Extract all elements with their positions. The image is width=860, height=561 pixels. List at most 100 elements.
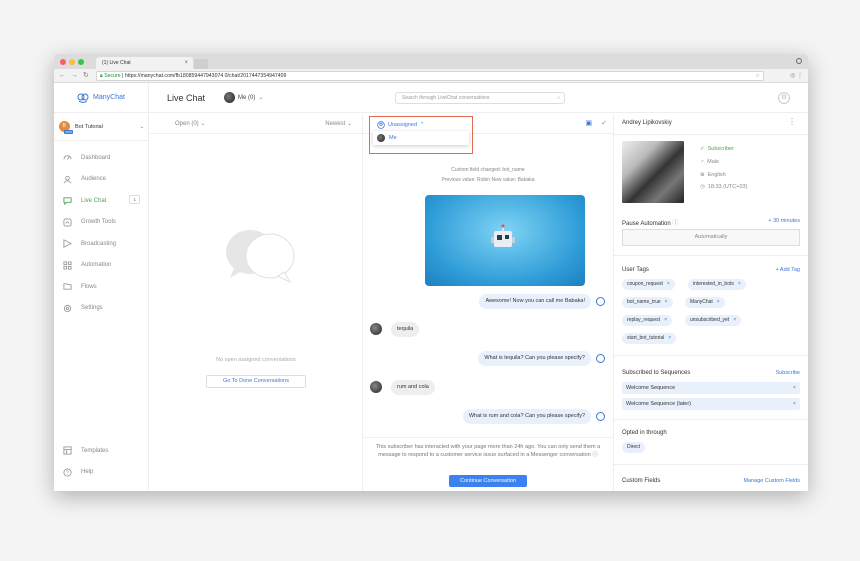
user-tags-title: User Tags <box>622 267 649 273</box>
chevron-down-icon: ⌄ <box>200 121 206 127</box>
sidebar-item-dashboard[interactable]: Dashboard <box>54 147 148 169</box>
me-filter-dropdown[interactable]: Me (0) ⌄ <box>224 92 263 103</box>
list-toolbar: Open (0) ⌄ Newest ⌄ <box>150 114 362 134</box>
tab-title: (1) Live Chat <box>102 60 131 66</box>
divider <box>614 355 808 356</box>
sidebar-item-live-chat[interactable]: Live Chat 1 <box>54 190 148 212</box>
remove-tag-icon[interactable]: × <box>667 281 670 287</box>
browser-menu-icon[interactable]: ◎ ⋮ <box>790 72 803 79</box>
tag-chip: replay_request × <box>622 315 672 326</box>
tag-label: coupon_request <box>627 281 663 287</box>
message-bubble-bot: What is rum and cola? Can you please spe… <box>462 409 591 424</box>
assign-option-me[interactable]: Me <box>373 131 469 145</box>
continue-conversation-button[interactable]: Continue Conversation <box>449 475 527 487</box>
sidebar-item-help[interactable]: ? Help <box>54 462 148 484</box>
search-input[interactable]: Search through LiveChat conversations ⌕ <box>395 92 565 104</box>
assign-label[interactable]: Unassigned ⌃ <box>377 121 425 129</box>
account-avatar: B PRO <box>59 121 73 134</box>
maximize-window-icon[interactable] <box>78 59 84 65</box>
pause-automation-select[interactable]: Automatically <box>622 229 800 246</box>
system-message: Previous value: Robin New value: Babaka <box>441 177 535 183</box>
account-switcher[interactable]: B PRO Bot Tutorial ⌄ <box>54 113 148 141</box>
go-to-done-button[interactable]: Go To Done Conversations <box>206 375 306 388</box>
remove-sequence-icon[interactable]: × <box>793 398 796 410</box>
tab-close-icon[interactable]: × <box>184 57 188 69</box>
sort-dropdown[interactable]: Newest ⌄ <box>325 120 352 127</box>
chat-settings-icon[interactable]: ⚙ <box>778 92 790 104</box>
manychat-logo-icon <box>77 93 89 103</box>
tag-label: ManyChat <box>690 299 713 305</box>
remove-sequence-icon[interactable]: × <box>793 382 796 394</box>
robot-icon <box>491 224 515 247</box>
conversation-list: Open (0) ⌄ Newest ⌄ No open assigned con… <box>150 114 363 491</box>
remove-tag-icon[interactable]: × <box>665 299 668 305</box>
sidebar-item-growth-tools[interactable]: Growth Tools <box>54 212 148 234</box>
subscribe-link[interactable]: Subscribe <box>776 370 800 376</box>
bot-avatar-icon <box>596 354 605 363</box>
opt-in-chip: Direct <box>622 442 646 453</box>
divider <box>614 419 808 420</box>
assign-option-label: Me <box>389 135 397 141</box>
bot-icon[interactable]: ▣ <box>586 119 593 127</box>
notice-text: This subscriber has interacted with your… <box>375 444 601 458</box>
sidebar-item-automation[interactable]: Automation <box>54 255 148 277</box>
brand-logo[interactable]: ManyChat <box>54 83 148 113</box>
sidebar-bottom-menu: Templates ? Help <box>54 440 148 483</box>
new-tab-button[interactable] <box>194 59 208 69</box>
subscriber-name: Andrey Lipikovskiy <box>622 120 672 126</box>
minimize-window-icon[interactable] <box>69 59 75 65</box>
close-window-icon[interactable] <box>60 59 66 65</box>
subscriber-status: Subscriber <box>707 146 734 152</box>
tag-chip: start_bot_tutorial × <box>622 333 677 344</box>
back-icon[interactable]: ← <box>59 71 66 81</box>
remove-tag-icon[interactable]: × <box>733 317 736 323</box>
sidebar-item-broadcasting[interactable]: Broadcasting <box>54 233 148 255</box>
subscriber-photo <box>622 141 684 203</box>
pause-automation-label: Pause Automation <box>622 221 671 227</box>
sidebar-item-label: Audience <box>81 176 107 183</box>
sidebar-item-settings[interactable]: Settings <box>54 298 148 320</box>
browser-profile-icon[interactable] <box>796 58 802 64</box>
forward-icon[interactable]: → <box>71 71 78 81</box>
more-options-icon[interactable]: ⋮ <box>788 117 796 126</box>
gender-icon: ♂ <box>700 159 705 165</box>
sidebar-item-label: Templates <box>81 447 109 454</box>
add-tag-link[interactable]: + Add Tag <box>775 267 800 273</box>
sidebar-item-label: Automation <box>81 262 112 269</box>
url-field[interactable]: 🔒︎ Secure | https://manychat.com/fb18085… <box>96 71 764 81</box>
avatar <box>370 323 382 335</box>
dashboard-icon <box>63 155 72 160</box>
app: ManyChat B PRO Bot Tutorial ⌄ Dashboard A… <box>54 83 808 491</box>
sidebar-item-audience[interactable]: Audience <box>54 169 148 191</box>
empty-state-text: No open assigned conversations <box>216 357 296 363</box>
status-badge: ✓ Subscriber <box>700 146 734 152</box>
app-header: Live Chat Me (0) ⌄ Search through LiveCh… <box>150 83 808 113</box>
chat-actions: ▣ ✓ <box>586 119 608 127</box>
chevron-down-icon: ⌄ <box>139 124 144 130</box>
time-row: ◷ 18:33 (UTC+03) <box>700 184 747 190</box>
chat-toolbar: Unassigned ⌃ Me ▣ ✓ <box>363 114 613 154</box>
sidebar-item-label: Live Chat <box>81 197 107 204</box>
manage-custom-fields-link[interactable]: Manage Custom Fields <box>743 478 800 484</box>
remove-tag-icon[interactable]: × <box>664 317 667 323</box>
help-icon: ? <box>63 468 72 476</box>
pause-30-minutes-link[interactable]: + 30 minutes <box>768 218 800 224</box>
info-icon: ⓘ <box>672 221 679 227</box>
divider <box>614 464 808 465</box>
account-avatar-letter: B <box>62 123 66 129</box>
pause-automation-title: Pause Automation ⓘ <box>622 218 678 227</box>
empty-chat-illustration-icon <box>226 230 295 284</box>
remove-tag-icon[interactable]: × <box>717 299 720 305</box>
browser-tab[interactable]: (1) Live Chat × <box>96 57 193 69</box>
remove-tag-icon[interactable]: × <box>738 281 741 287</box>
status-filter-dropdown[interactable]: Open (0) ⌄ <box>175 120 205 127</box>
sidebar-item-templates[interactable]: Templates <box>54 440 148 462</box>
checkmark-icon[interactable]: ✓ <box>601 119 607 127</box>
gear-icon <box>63 304 72 312</box>
reload-icon[interactable]: ↻ <box>83 71 89 81</box>
sidebar-item-flows[interactable]: Flows <box>54 276 148 298</box>
remove-tag-icon[interactable]: × <box>668 335 671 341</box>
assign-dropdown[interactable]: Unassigned ⌃ Me <box>369 116 473 154</box>
bookmark-star-icon[interactable]: ☆ <box>755 72 760 80</box>
assign-value: Unassigned <box>388 122 418 128</box>
